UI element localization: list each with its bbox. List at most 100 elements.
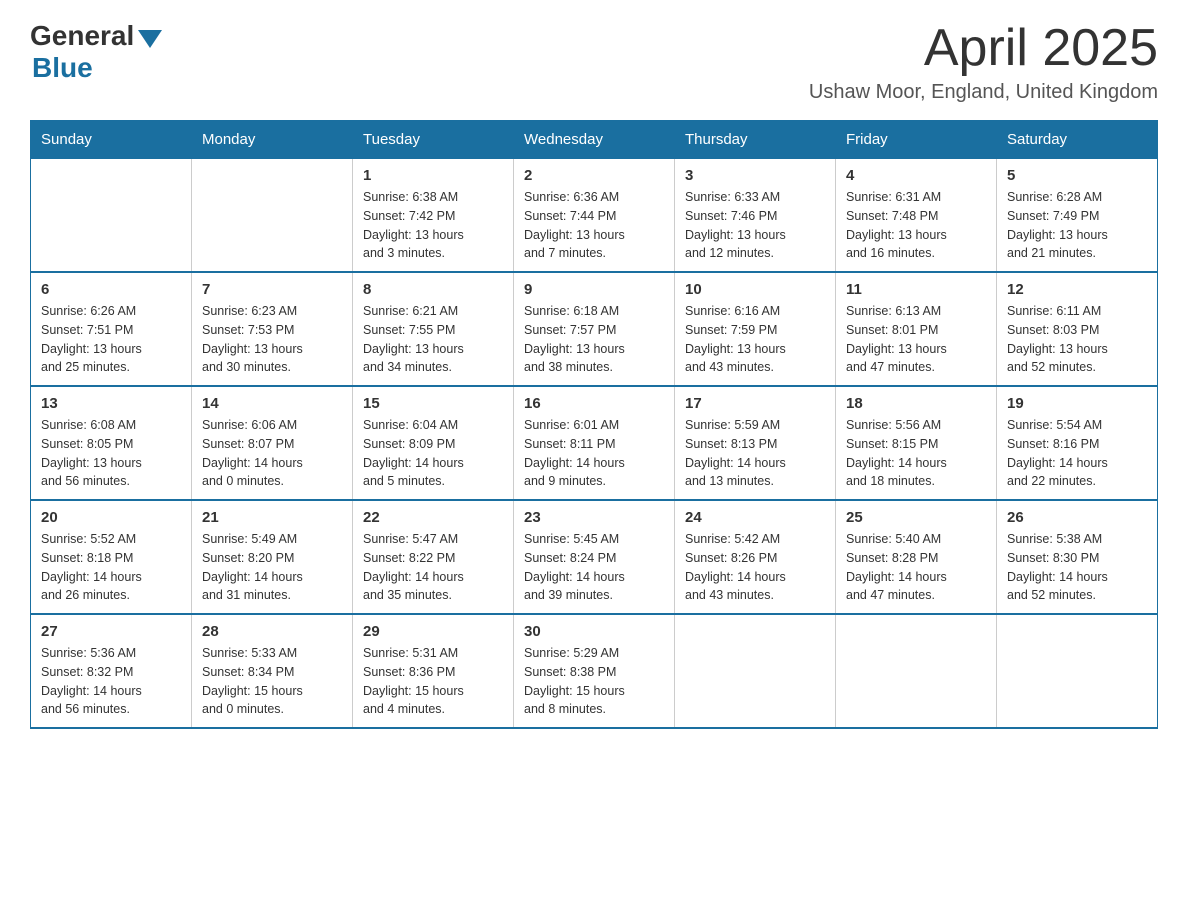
- day-number: 29: [363, 623, 503, 640]
- day-info: Sunrise: 5:56 AM Sunset: 8:15 PM Dayligh…: [846, 416, 986, 491]
- day-number: 14: [202, 395, 342, 412]
- day-info: Sunrise: 6:28 AM Sunset: 7:49 PM Dayligh…: [1007, 188, 1147, 263]
- week-row-2: 6 Sunrise: 6:26 AM Sunset: 7:51 PM Daylig…: [31, 272, 1158, 386]
- day-number: 19: [1007, 395, 1147, 412]
- day-info: Sunrise: 6:33 AM Sunset: 7:46 PM Dayligh…: [685, 188, 825, 263]
- day-number: 3: [685, 167, 825, 184]
- calendar-cell: 30 Sunrise: 5:29 AM Sunset: 8:38 PM Dayli…: [514, 614, 675, 728]
- calendar-cell: 10 Sunrise: 6:16 AM Sunset: 7:59 PM Dayli…: [675, 272, 836, 386]
- calendar-cell: [192, 159, 353, 273]
- weekday-header-thursday: Thursday: [675, 121, 836, 159]
- weekday-header-row: SundayMondayTuesdayWednesdayThursdayFrid…: [31, 121, 1158, 159]
- day-number: 2: [524, 167, 664, 184]
- day-number: 22: [363, 509, 503, 526]
- calendar-cell: 6 Sunrise: 6:26 AM Sunset: 7:51 PM Daylig…: [31, 272, 192, 386]
- day-info: Sunrise: 5:47 AM Sunset: 8:22 PM Dayligh…: [363, 530, 503, 605]
- month-title: April 2025: [809, 20, 1158, 77]
- calendar-cell: 27 Sunrise: 5:36 AM Sunset: 8:32 PM Dayli…: [31, 614, 192, 728]
- calendar-cell: 17 Sunrise: 5:59 AM Sunset: 8:13 PM Dayli…: [675, 386, 836, 500]
- day-info: Sunrise: 6:11 AM Sunset: 8:03 PM Dayligh…: [1007, 302, 1147, 377]
- logo-general-text: General: [30, 20, 134, 52]
- day-info: Sunrise: 5:36 AM Sunset: 8:32 PM Dayligh…: [41, 644, 181, 719]
- calendar-cell: 19 Sunrise: 5:54 AM Sunset: 8:16 PM Dayli…: [997, 386, 1158, 500]
- day-info: Sunrise: 6:18 AM Sunset: 7:57 PM Dayligh…: [524, 302, 664, 377]
- day-number: 18: [846, 395, 986, 412]
- day-number: 6: [41, 281, 181, 298]
- day-info: Sunrise: 6:01 AM Sunset: 8:11 PM Dayligh…: [524, 416, 664, 491]
- day-number: 27: [41, 623, 181, 640]
- day-info: Sunrise: 5:29 AM Sunset: 8:38 PM Dayligh…: [524, 644, 664, 719]
- day-number: 7: [202, 281, 342, 298]
- week-row-4: 20 Sunrise: 5:52 AM Sunset: 8:18 PM Dayli…: [31, 500, 1158, 614]
- weekday-header-tuesday: Tuesday: [353, 121, 514, 159]
- day-number: 28: [202, 623, 342, 640]
- day-number: 13: [41, 395, 181, 412]
- calendar-cell: 23Sunrise: 5:45 AM Sunset: 8:24 PM Dayli…: [514, 500, 675, 614]
- day-info: Sunrise: 6:31 AM Sunset: 7:48 PM Dayligh…: [846, 188, 986, 263]
- logo: General Blue: [30, 20, 162, 84]
- day-info: Sunrise: 6:21 AM Sunset: 7:55 PM Dayligh…: [363, 302, 503, 377]
- weekday-header-monday: Monday: [192, 121, 353, 159]
- day-number: 24: [685, 509, 825, 526]
- weekday-header-friday: Friday: [836, 121, 997, 159]
- day-number: 16: [524, 395, 664, 412]
- calendar-cell: 28 Sunrise: 5:33 AM Sunset: 8:34 PM Dayli…: [192, 614, 353, 728]
- day-number: 26: [1007, 509, 1147, 526]
- calendar-cell: 3 Sunrise: 6:33 AM Sunset: 7:46 PM Daylig…: [675, 159, 836, 273]
- calendar-cell: 15 Sunrise: 6:04 AM Sunset: 8:09 PM Dayli…: [353, 386, 514, 500]
- calendar-cell: 2 Sunrise: 6:36 AM Sunset: 7:44 PM Daylig…: [514, 159, 675, 273]
- weekday-header-wednesday: Wednesday: [514, 121, 675, 159]
- logo-arrow-icon: [138, 30, 162, 48]
- title-section: April 2025 Ushaw Moor, England, United K…: [809, 20, 1158, 104]
- day-info: Sunrise: 5:49 AM Sunset: 8:20 PM Dayligh…: [202, 530, 342, 605]
- day-number: 15: [363, 395, 503, 412]
- day-info: Sunrise: 6:36 AM Sunset: 7:44 PM Dayligh…: [524, 188, 664, 263]
- day-info: Sunrise: 6:04 AM Sunset: 8:09 PM Dayligh…: [363, 416, 503, 491]
- day-info: Sunrise: 5:59 AM Sunset: 8:13 PM Dayligh…: [685, 416, 825, 491]
- day-info: Sunrise: 5:52 AM Sunset: 8:18 PM Dayligh…: [41, 530, 181, 605]
- calendar-cell: 22 Sunrise: 5:47 AM Sunset: 8:22 PM Dayli…: [353, 500, 514, 614]
- day-info: Sunrise: 6:38 AM Sunset: 7:42 PM Dayligh…: [363, 188, 503, 263]
- week-row-5: 27 Sunrise: 5:36 AM Sunset: 8:32 PM Dayli…: [31, 614, 1158, 728]
- week-row-1: 1Sunrise: 6:38 AM Sunset: 7:42 PM Daylig…: [31, 159, 1158, 273]
- day-info: Sunrise: 6:23 AM Sunset: 7:53 PM Dayligh…: [202, 302, 342, 377]
- day-number: 20: [41, 509, 181, 526]
- calendar-cell: 26Sunrise: 5:38 AM Sunset: 8:30 PM Dayli…: [997, 500, 1158, 614]
- calendar-cell: 29 Sunrise: 5:31 AM Sunset: 8:36 PM Dayli…: [353, 614, 514, 728]
- calendar-cell: [31, 159, 192, 273]
- calendar-cell: 8Sunrise: 6:21 AM Sunset: 7:55 PM Daylig…: [353, 272, 514, 386]
- day-info: Sunrise: 6:08 AM Sunset: 8:05 PM Dayligh…: [41, 416, 181, 491]
- day-info: Sunrise: 5:54 AM Sunset: 8:16 PM Dayligh…: [1007, 416, 1147, 491]
- day-number: 12: [1007, 281, 1147, 298]
- calendar-cell: 5 Sunrise: 6:28 AM Sunset: 7:49 PM Daylig…: [997, 159, 1158, 273]
- day-number: 10: [685, 281, 825, 298]
- calendar-cell: 9Sunrise: 6:18 AM Sunset: 7:57 PM Daylig…: [514, 272, 675, 386]
- calendar-cell: 12 Sunrise: 6:11 AM Sunset: 8:03 PM Dayli…: [997, 272, 1158, 386]
- day-number: 25: [846, 509, 986, 526]
- day-number: 23: [524, 509, 664, 526]
- location-text: Ushaw Moor, England, United Kingdom: [809, 81, 1158, 104]
- day-number: 30: [524, 623, 664, 640]
- calendar-cell: 14 Sunrise: 6:06 AM Sunset: 8:07 PM Dayli…: [192, 386, 353, 500]
- calendar-cell: 21Sunrise: 5:49 AM Sunset: 8:20 PM Dayli…: [192, 500, 353, 614]
- day-number: 5: [1007, 167, 1147, 184]
- day-info: Sunrise: 5:42 AM Sunset: 8:26 PM Dayligh…: [685, 530, 825, 605]
- day-info: Sunrise: 5:31 AM Sunset: 8:36 PM Dayligh…: [363, 644, 503, 719]
- day-info: Sunrise: 6:06 AM Sunset: 8:07 PM Dayligh…: [202, 416, 342, 491]
- calendar-cell: 25Sunrise: 5:40 AM Sunset: 8:28 PM Dayli…: [836, 500, 997, 614]
- day-info: Sunrise: 6:26 AM Sunset: 7:51 PM Dayligh…: [41, 302, 181, 377]
- calendar-cell: 11Sunrise: 6:13 AM Sunset: 8:01 PM Dayli…: [836, 272, 997, 386]
- day-info: Sunrise: 6:16 AM Sunset: 7:59 PM Dayligh…: [685, 302, 825, 377]
- calendar-cell: 24 Sunrise: 5:42 AM Sunset: 8:26 PM Dayli…: [675, 500, 836, 614]
- calendar-cell: [675, 614, 836, 728]
- day-info: Sunrise: 5:33 AM Sunset: 8:34 PM Dayligh…: [202, 644, 342, 719]
- calendar-cell: 4Sunrise: 6:31 AM Sunset: 7:48 PM Daylig…: [836, 159, 997, 273]
- calendar-cell: 16 Sunrise: 6:01 AM Sunset: 8:11 PM Dayli…: [514, 386, 675, 500]
- weekday-header-sunday: Sunday: [31, 121, 192, 159]
- calendar-cell: 13 Sunrise: 6:08 AM Sunset: 8:05 PM Dayli…: [31, 386, 192, 500]
- logo-blue-text: Blue: [32, 52, 93, 84]
- day-number: 17: [685, 395, 825, 412]
- calendar-cell: 7 Sunrise: 6:23 AM Sunset: 7:53 PM Daylig…: [192, 272, 353, 386]
- calendar-cell: 1Sunrise: 6:38 AM Sunset: 7:42 PM Daylig…: [353, 159, 514, 273]
- page-header: General Blue April 2025 Ushaw Moor, Engl…: [30, 20, 1158, 104]
